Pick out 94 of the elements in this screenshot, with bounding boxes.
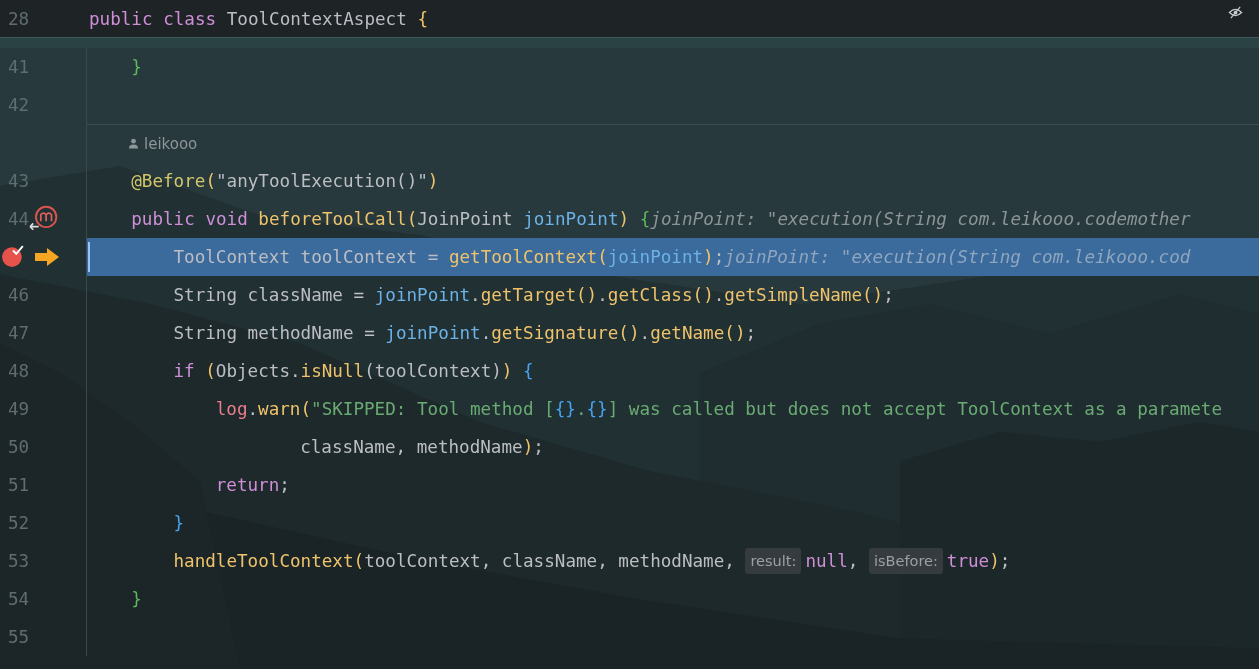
code-text: ; <box>745 323 757 343</box>
parameter-name: joinPoint <box>374 285 471 305</box>
bracket: ) <box>427 171 439 191</box>
keyword: void <box>205 209 249 229</box>
line-number: 50 <box>7 437 30 457</box>
code-text: . <box>470 285 481 305</box>
inline-value-hint: joinPoint: "execution(String com.leikooo.cod <box>724 247 1191 267</box>
bracket: ( <box>353 551 365 571</box>
breakpoint-icon[interactable] <box>1 244 25 268</box>
keyword: true <box>946 551 990 571</box>
line-number: 55 <box>7 627 30 647</box>
line-number: 47 <box>7 323 30 343</box>
code-text: String className = <box>173 285 366 305</box>
bracket: { <box>639 209 651 229</box>
bracket: {} <box>586 399 608 419</box>
keyword: return <box>215 475 280 495</box>
method-name: getToolContext <box>448 247 598 267</box>
bracket: ) <box>989 551 1000 571</box>
code-text: ToolContext toolContext = <box>173 247 440 267</box>
parameter-hint: result: <box>745 548 802 574</box>
method-name: handleToolContext <box>173 551 354 571</box>
parameter-hint: isBefore: <box>868 548 943 574</box>
bracket: ( <box>597 247 608 267</box>
method-name: getName() <box>650 323 746 343</box>
line-number: 54 <box>7 589 30 609</box>
bracket: ) <box>618 209 631 229</box>
line-number: 53 <box>7 551 30 571</box>
line-number: 42 <box>7 95 30 115</box>
code-text: . <box>713 285 725 305</box>
code-text: . <box>480 323 492 343</box>
keyword: public <box>89 9 154 29</box>
keyword: null <box>805 551 848 571</box>
code-text: ToolContextAspect <box>226 9 408 29</box>
parameter-name: joinPoint <box>607 247 704 267</box>
annotation: @Before <box>131 171 206 191</box>
method-name: getSimpleName() <box>724 285 884 305</box>
method-name: getTarget() <box>480 285 598 305</box>
bracket: {} <box>554 399 576 419</box>
bracket: ) <box>703 247 714 267</box>
eye-off-icon[interactable] <box>1228 5 1243 20</box>
bracket: } <box>173 513 185 533</box>
bracket: ( <box>406 209 418 229</box>
parameter-name: joinPoint <box>523 209 619 229</box>
field-name: log <box>215 399 248 419</box>
line-number: 44 <box>7 209 30 229</box>
method-name: isNull <box>300 361 365 381</box>
method-name: getSignature() <box>491 323 640 343</box>
keyword: if <box>173 361 196 381</box>
line-number: 46 <box>7 285 30 305</box>
method-name: warn <box>258 399 301 419</box>
line-number: 51 <box>7 475 30 495</box>
bracket: ( <box>205 361 216 381</box>
code-text: String methodName = <box>173 323 376 343</box>
parameter-name: joinPoint <box>385 323 481 343</box>
code-text: , <box>847 551 860 571</box>
string-literal: . <box>575 399 587 419</box>
code-text: "anyToolExecution()" <box>216 171 428 191</box>
bracket: ) <box>501 361 514 381</box>
line-number: 52 <box>7 513 30 533</box>
keyword: public <box>131 209 196 229</box>
code-text: Objects. <box>215 361 301 381</box>
bracket: } <box>131 57 142 77</box>
keyword: class <box>163 9 218 29</box>
bracket: ( <box>300 399 312 419</box>
code-text: ; <box>883 285 894 305</box>
inline-value-hint: joinPoint: "execution(String com.leikooo.codemother <box>650 209 1191 229</box>
code-text: ; <box>999 551 1011 571</box>
code-text: JoinPoint <box>417 209 514 229</box>
line-number: 28 <box>7 9 30 29</box>
line-number: 49 <box>7 399 30 419</box>
person-icon <box>128 138 139 149</box>
bracket: { <box>523 361 534 381</box>
method-marker-icon[interactable] <box>29 205 59 231</box>
bracket: } <box>131 589 142 609</box>
code-text: toolContext, className, methodName, <box>364 551 736 571</box>
code-text: ; <box>713 247 725 267</box>
line-number: 41 <box>7 57 30 77</box>
author-hint[interactable]: leikooo <box>128 134 198 153</box>
code-text: ; <box>279 475 290 495</box>
code-text: . <box>247 399 259 419</box>
method-name: beforeToolCall <box>258 209 407 229</box>
bracket: { <box>417 9 428 29</box>
code-text: ; <box>533 437 544 457</box>
method-name: getClass() <box>607 285 714 305</box>
code-text: . <box>639 323 651 343</box>
string-literal: ] was called but does not accept ToolContext as a paramete <box>607 399 1222 419</box>
line-number: 43 <box>7 171 30 191</box>
bracket: ) <box>522 437 534 457</box>
code-text: (toolContext) <box>364 361 502 381</box>
line-number: 48 <box>7 361 30 381</box>
code-text: . <box>597 285 608 305</box>
string-literal: "SKIPPED: Tool method [ <box>311 399 555 419</box>
bracket: ( <box>205 171 216 191</box>
code-text: className, methodName <box>300 437 523 457</box>
